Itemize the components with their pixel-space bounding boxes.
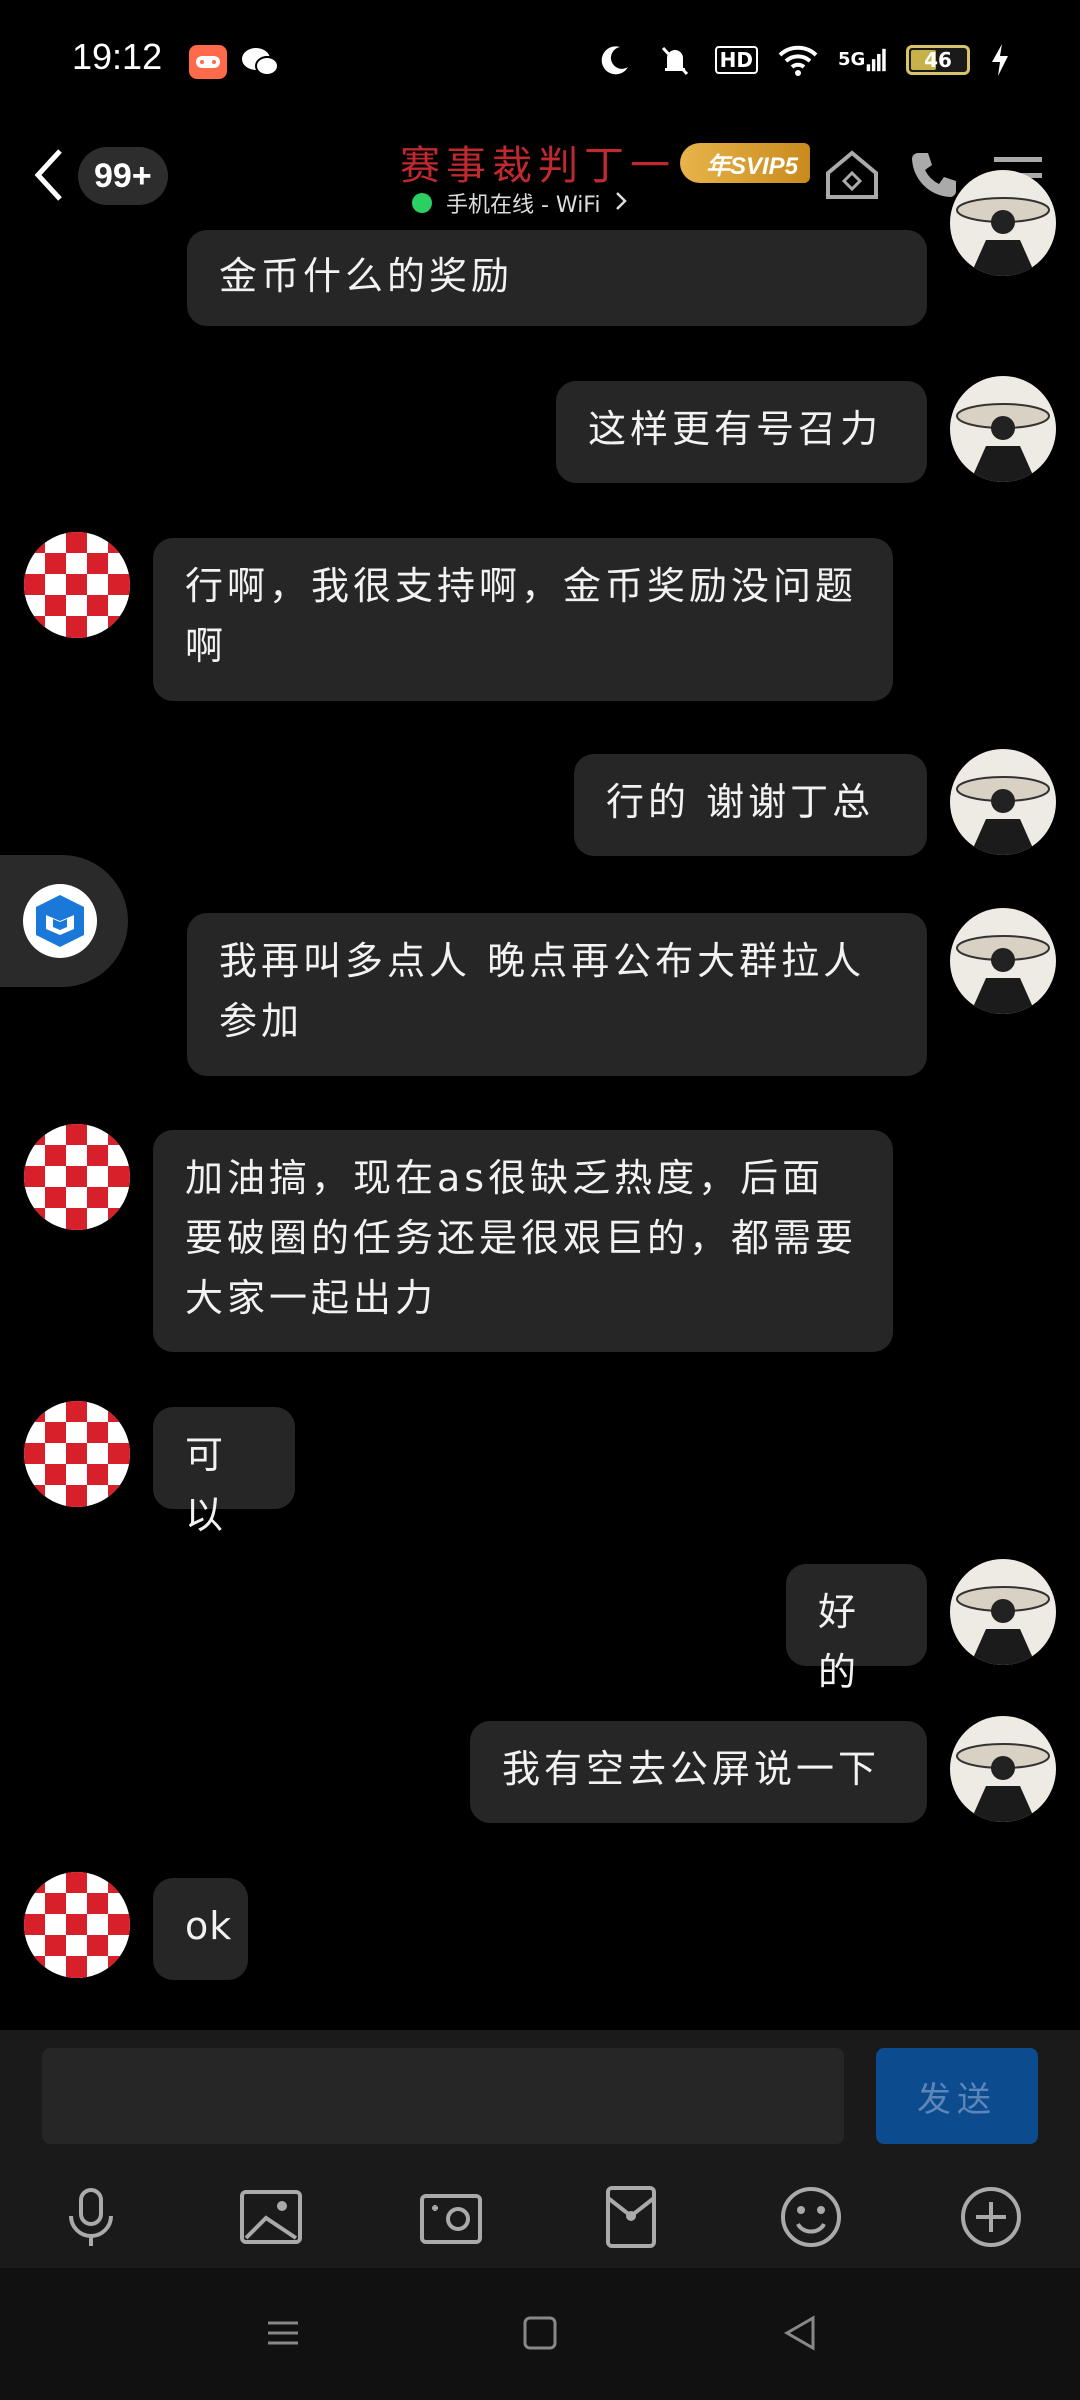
send-button[interactable]: 发送	[876, 2048, 1038, 2144]
game-app-icon	[188, 44, 228, 80]
avatar[interactable]	[950, 908, 1056, 1014]
battery-indicator: 46	[906, 45, 970, 75]
avatar[interactable]	[950, 749, 1056, 855]
avatar[interactable]	[950, 1559, 1056, 1665]
chat-title[interactable]: 赛事裁判丁一	[400, 133, 676, 191]
emoji-icon[interactable]	[776, 2182, 846, 2252]
message-input[interactable]	[42, 2048, 844, 2144]
avatar[interactable]	[24, 1872, 130, 1978]
online-dot	[412, 193, 432, 213]
message-bubble-sent[interactable]: 行的 谢谢丁总	[574, 754, 927, 856]
avatar[interactable]	[24, 532, 130, 638]
avatar[interactable]	[24, 1401, 130, 1507]
message-bubble-sent[interactable]: 这样更有号召力	[556, 381, 927, 483]
cube-app-icon	[22, 883, 98, 963]
charging-icon	[990, 40, 1010, 80]
camera-icon[interactable]	[416, 2182, 486, 2252]
back-nav-icon[interactable]	[775, 2308, 825, 2358]
chevron-right-icon	[614, 191, 628, 215]
microphone-icon[interactable]	[56, 2182, 126, 2252]
message-bubble-sent[interactable]: 好的	[786, 1564, 927, 1694]
hd-badge: HD	[714, 46, 758, 74]
avatar[interactable]	[950, 1716, 1056, 1822]
avatar[interactable]	[24, 1124, 130, 1230]
message-bubble-received[interactable]: 可以	[153, 1407, 295, 1537]
message-list[interactable]: 金币什么的奖励 这样更有号召力 行啊，我很支持啊，金币奖励没问题啊 行的 谢谢丁…	[0, 170, 1080, 2030]
recent-apps-icon[interactable]	[258, 2308, 308, 2358]
status-icons: HD 5G 46	[595, 40, 1010, 80]
message-bubble-sent[interactable]: 我再叫多点人 晚点再公布大群拉人参加	[187, 913, 927, 1076]
status-time: 19:12	[72, 36, 163, 77]
home-nav-icon[interactable]	[515, 2308, 565, 2358]
message-bubble-sent[interactable]: 金币什么的奖励	[187, 230, 927, 326]
floating-shortcut-tab[interactable]	[0, 855, 128, 987]
message-bubble-received[interactable]: ok	[153, 1878, 248, 1980]
battery-level: 46	[924, 48, 952, 72]
input-bar: 发送	[0, 2030, 1080, 2268]
network-type: 5G	[838, 49, 866, 70]
message-bubble-sent[interactable]: 我有空去公屏说一下	[470, 1721, 927, 1823]
status-bar: 19:12 HD 5G 46	[0, 0, 1080, 125]
plus-icon[interactable]	[956, 2182, 1026, 2252]
image-icon[interactable]	[236, 2182, 306, 2252]
avatar[interactable]	[950, 376, 1056, 482]
wifi-icon	[778, 40, 818, 80]
mute-bell-icon	[655, 40, 695, 80]
online-status-text: 手机在线 - WiFi	[446, 193, 601, 218]
moon-icon	[595, 40, 635, 80]
message-bubble-received[interactable]: 加油搞，现在as很缺乏热度，后面要破圈的任务还是很艰巨的，都需要大家一起出力	[153, 1130, 893, 1352]
unread-count-badge[interactable]: 99+	[78, 147, 168, 205]
wechat-icon	[240, 44, 280, 80]
message-bubble-received[interactable]: 行啊，我很支持啊，金币奖励没问题啊	[153, 538, 893, 701]
avatar[interactable]	[950, 170, 1056, 276]
phone-icon[interactable]	[904, 145, 964, 205]
signal-icon: 5G	[838, 40, 886, 80]
back-arrow-icon[interactable]	[30, 145, 70, 205]
system-nav-bar	[0, 2268, 1080, 2400]
vip-badge: 年SVIP5	[680, 143, 811, 183]
chat-header: 99+ 赛事裁判丁一 年SVIP5 手机在线 - WiFi	[0, 125, 1080, 240]
online-status[interactable]: 手机在线 - WiFi	[412, 187, 628, 219]
home-icon[interactable]	[822, 145, 882, 205]
red-packet-icon[interactable]	[596, 2182, 666, 2252]
